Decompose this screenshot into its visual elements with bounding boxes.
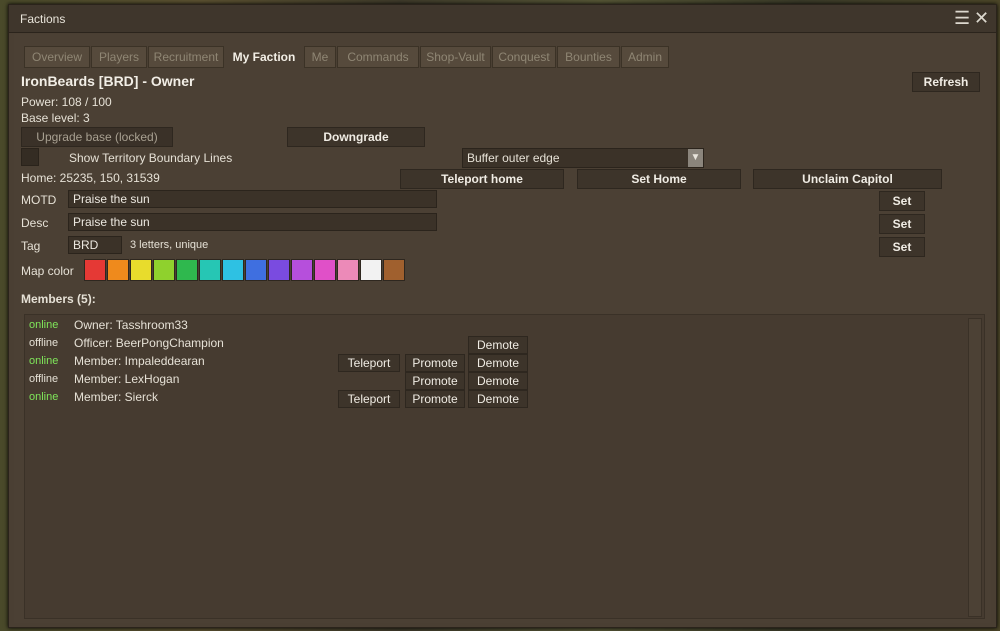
- member-name: Member: Impaleddearan: [74, 354, 205, 368]
- home-text: Home: 25235, 150, 31539: [21, 171, 160, 185]
- demote-button[interactable]: Demote: [468, 390, 528, 408]
- members-list: online Owner: Tasshroom33 offline Office…: [24, 314, 985, 619]
- color-swatch[interactable]: [222, 259, 244, 281]
- tab-admin[interactable]: Admin: [621, 46, 669, 68]
- promote-button[interactable]: Promote: [405, 354, 465, 372]
- buffer-select[interactable]: Buffer outer edge ▼: [462, 148, 704, 168]
- color-swatch[interactable]: [245, 259, 267, 281]
- color-swatch[interactable]: [176, 259, 198, 281]
- color-swatch[interactable]: [337, 259, 359, 281]
- member-row: offline Member: LexHogan Promote Demote: [25, 371, 965, 390]
- motd-label: MOTD: [21, 193, 57, 207]
- tab-me[interactable]: Me: [304, 46, 336, 68]
- promote-button[interactable]: Promote: [405, 372, 465, 390]
- color-swatch[interactable]: [107, 259, 129, 281]
- menu-icon[interactable]: ☰: [954, 8, 970, 28]
- tag-hint: 3 letters, unique: [130, 239, 209, 251]
- map-color-palette: [84, 259, 414, 281]
- factions-window: Factions ☰ ✕ Overview Players Recruitmen…: [8, 4, 997, 628]
- tab-commands[interactable]: Commands: [337, 46, 419, 68]
- desc-input[interactable]: [68, 213, 437, 231]
- desc-label: Desc: [21, 216, 49, 230]
- territory-label: Show Territory Boundary Lines: [69, 151, 233, 165]
- members-header: Members (5):: [21, 292, 96, 306]
- tab-shop-vault[interactable]: Shop-Vault: [420, 46, 491, 68]
- color-swatch[interactable]: [383, 259, 405, 281]
- desc-set-button[interactable]: Set: [879, 214, 925, 234]
- member-status: online: [29, 319, 59, 331]
- member-name: Officer: BeerPongChampion: [74, 336, 224, 350]
- color-swatch[interactable]: [360, 259, 382, 281]
- member-status: online: [29, 391, 59, 403]
- demote-button[interactable]: Demote: [468, 354, 528, 372]
- member-row: online Member: Impaleddearan Teleport Pr…: [25, 353, 965, 372]
- color-swatch[interactable]: [268, 259, 290, 281]
- tag-set-button[interactable]: Set: [879, 237, 925, 257]
- tab-players[interactable]: Players: [91, 46, 147, 68]
- teleport-home-button[interactable]: Teleport home: [400, 169, 564, 189]
- tab-overview[interactable]: Overview: [24, 46, 90, 68]
- content-panel: Overview Players Recruitment My Faction …: [14, 34, 991, 623]
- title-bar[interactable]: Factions ☰ ✕: [9, 5, 996, 33]
- member-row: offline Officer: BeerPongChampion Demote: [25, 335, 965, 354]
- demote-button[interactable]: Demote: [468, 336, 528, 354]
- close-icon[interactable]: ✕: [974, 8, 989, 28]
- teleport-button[interactable]: Teleport: [338, 390, 400, 408]
- motd-input[interactable]: [68, 190, 437, 208]
- base-level-text: Base level: 3: [21, 111, 90, 125]
- member-status: online: [29, 355, 59, 367]
- member-status: offline: [29, 373, 59, 385]
- power-text: Power: 108 / 100: [21, 95, 112, 109]
- demote-button[interactable]: Demote: [468, 372, 528, 390]
- set-home-button[interactable]: Set Home: [577, 169, 741, 189]
- color-swatch[interactable]: [153, 259, 175, 281]
- upgrade-base-button[interactable]: Upgrade base (locked): [21, 127, 173, 147]
- tab-recruitment[interactable]: Recruitment: [148, 46, 224, 68]
- tab-conquest[interactable]: Conquest: [492, 46, 556, 68]
- map-color-label: Map color: [21, 264, 74, 278]
- member-name: Owner: Tasshroom33: [74, 318, 188, 332]
- color-swatch[interactable]: [314, 259, 336, 281]
- color-swatch[interactable]: [84, 259, 106, 281]
- tab-bounties[interactable]: Bounties: [557, 46, 620, 68]
- tag-input[interactable]: [68, 236, 122, 254]
- member-status: offline: [29, 337, 59, 349]
- buffer-select-value: Buffer outer edge: [467, 151, 560, 165]
- color-swatch[interactable]: [291, 259, 313, 281]
- member-row: online Member: Sierck Teleport Promote D…: [25, 389, 965, 408]
- window-title: Factions: [20, 12, 66, 26]
- downgrade-button[interactable]: Downgrade: [287, 127, 425, 147]
- unclaim-capitol-button[interactable]: Unclaim Capitol: [753, 169, 942, 189]
- refresh-button[interactable]: Refresh: [912, 72, 980, 92]
- member-name: Member: LexHogan: [74, 372, 180, 386]
- color-swatch[interactable]: [130, 259, 152, 281]
- member-row: online Owner: Tasshroom33: [25, 317, 965, 335]
- motd-set-button[interactable]: Set: [879, 191, 925, 211]
- faction-heading: IronBeards [BRD] - Owner: [21, 73, 195, 89]
- tab-my-faction[interactable]: My Faction: [225, 46, 303, 68]
- members-scrollbar[interactable]: [968, 318, 982, 617]
- teleport-button[interactable]: Teleport: [338, 354, 400, 372]
- member-name: Member: Sierck: [74, 390, 159, 404]
- chevron-down-icon[interactable]: ▼: [688, 149, 703, 167]
- promote-button[interactable]: Promote: [405, 390, 465, 408]
- color-swatch[interactable]: [199, 259, 221, 281]
- tag-label: Tag: [21, 239, 41, 253]
- territory-checkbox[interactable]: [21, 148, 39, 166]
